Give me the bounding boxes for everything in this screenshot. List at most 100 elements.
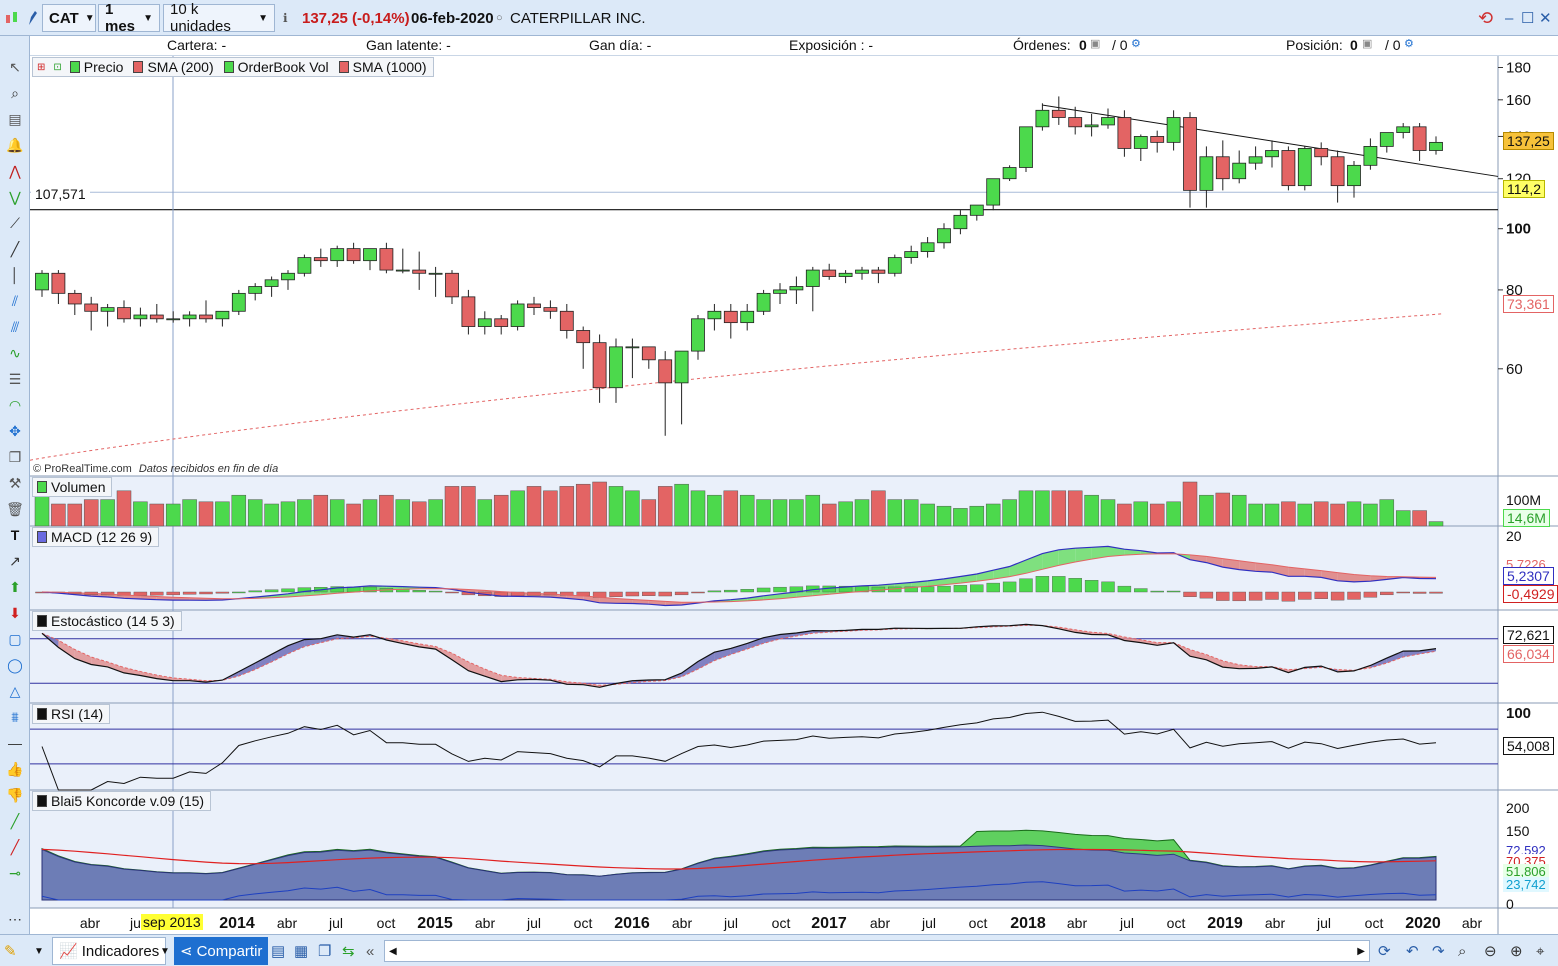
legend-koncorde[interactable]: Blai5 Koncorde v.09 (15)	[51, 793, 210, 809]
pen-icon[interactable]	[26, 4, 40, 32]
refresh-icon[interactable]: ⟳	[1378, 939, 1391, 963]
indicadores-button[interactable]: 📈 Indicadores	[52, 937, 167, 965]
candle-up	[1019, 126, 1033, 168]
chevron-down-icon: ▼	[258, 12, 268, 24]
more-tools-icon[interactable]: ⋯	[4, 908, 26, 930]
collapse-icon[interactable]: «	[366, 939, 374, 963]
zoom-out-icon[interactable]: ⊖	[1484, 939, 1497, 963]
parallel-lines-icon[interactable]: ⫽	[4, 290, 26, 312]
gear-icon[interactable]: ⚙	[1131, 37, 1141, 50]
zoom-in-icon[interactable]: ⊕	[1510, 939, 1523, 963]
legend-macd[interactable]: MACD (12 26 9)	[51, 529, 158, 545]
koncorde-legend: Blai5 Koncorde v.09 (15)	[32, 791, 212, 811]
line-icon[interactable]: ╱	[4, 238, 26, 260]
draw-icon[interactable]: ✎	[4, 939, 17, 963]
wave-icon[interactable]: ∿	[4, 342, 26, 364]
arc-icon[interactable]: ◠	[4, 394, 26, 416]
windows-icon[interactable]: ❐	[318, 939, 331, 963]
thumbs-up-icon[interactable]: 👍	[4, 758, 26, 780]
arrow-up-icon[interactable]: ⬆	[4, 576, 26, 598]
volume-bar	[100, 499, 115, 527]
redo-icon[interactable]: ↷	[1432, 939, 1445, 963]
candle-up	[756, 292, 771, 312]
candle-down	[559, 310, 574, 331]
candle-down	[1150, 136, 1165, 143]
grid-tool-icon[interactable]: ⩩	[4, 706, 26, 728]
x-axis-label: oct	[574, 915, 593, 931]
red-line-icon[interactable]: ╱	[4, 836, 26, 858]
triangle-icon[interactable]: △	[4, 680, 26, 702]
close-icon[interactable]: ✕	[1539, 4, 1552, 32]
candle-up	[297, 257, 312, 274]
volume-bar	[575, 483, 591, 527]
indicadores-label: Indicadores	[81, 942, 160, 960]
zoom-reset-icon[interactable]: ⌖	[1536, 939, 1544, 963]
close-panel-icon[interactable]: ⊞	[33, 62, 49, 73]
magnet-icon[interactable]: ⚒	[4, 472, 26, 494]
chevron-down-icon[interactable]: ▼	[160, 939, 170, 963]
screener-icon[interactable]: ▦	[294, 939, 308, 963]
copy-icon[interactable]: ❐	[4, 446, 26, 468]
timeframe-selector[interactable]: 1 mes ▼	[98, 1, 160, 35]
volume-bar	[657, 486, 673, 527]
price-tick-label: 180	[1506, 60, 1531, 77]
export-icon[interactable]: ⇆	[342, 939, 355, 963]
vertical-line-icon[interactable]: │	[4, 264, 26, 286]
alert-bell-icon[interactable]: 🔔	[4, 134, 26, 156]
legend-precio[interactable]: Precio	[84, 59, 130, 75]
legend-stoch[interactable]: Estocástico (14 5 3)	[51, 613, 181, 629]
layout-icon[interactable]: ▤	[271, 939, 285, 963]
horizontal-line-icon[interactable]: —	[4, 732, 26, 754]
thumbs-down-icon[interactable]: 👎	[4, 784, 26, 806]
trash-icon[interactable]: 🗑	[4, 498, 26, 520]
orders-list-icon[interactable]: ▣	[1090, 37, 1100, 50]
arrow-line-icon[interactable]: ↗	[4, 550, 26, 572]
trend-channel-icon[interactable]: ⋀	[4, 160, 26, 182]
chevron-down-icon[interactable]: ▼	[34, 939, 44, 963]
horizontal-green-line-icon[interactable]: ⊸	[4, 862, 26, 884]
legend-rsi[interactable]: RSI (14)	[51, 706, 109, 722]
gear-icon[interactable]: ⚙	[1404, 37, 1414, 50]
legend-sma1000[interactable]: SMA (1000)	[353, 59, 433, 75]
expand-panel-icon[interactable]: ⊡	[49, 62, 65, 73]
volume-bar	[739, 494, 755, 527]
green-line-icon[interactable]: ╱	[4, 810, 26, 832]
cursor-icon[interactable]: ↖	[4, 56, 26, 78]
zoom-fit-icon[interactable]: ⌕	[1458, 939, 1466, 963]
scroll-left-icon[interactable]: ◀	[385, 946, 397, 957]
minimize-icon[interactable]: –	[1505, 4, 1513, 32]
text-icon[interactable]: T	[4, 524, 26, 546]
macd-histogram-bar	[215, 591, 230, 594]
undo-icon[interactable]: ↶	[1406, 939, 1419, 963]
rectangle-icon[interactable]: ▢	[4, 628, 26, 650]
trend-channel-up-icon[interactable]: ⋁	[4, 186, 26, 208]
volume-bar	[477, 499, 493, 527]
ellipse-icon[interactable]: ◯	[4, 654, 26, 676]
ruler-icon[interactable]: ▤	[4, 108, 26, 130]
zoom-icon[interactable]: ⌕	[4, 82, 26, 104]
legend-orderbook[interactable]: OrderBook Vol	[238, 59, 335, 75]
volume-bar	[723, 490, 739, 527]
move-icon[interactable]: ✥	[4, 420, 26, 442]
legend-volume[interactable]: Volumen	[51, 479, 111, 495]
arrow-down-icon[interactable]: ⬇	[4, 602, 26, 624]
scroll-right-icon[interactable]: ▶	[1357, 946, 1369, 957]
fan-icon[interactable]: ⫻	[4, 316, 26, 338]
fibonacci-icon[interactable]: ☰	[4, 368, 26, 390]
symbol-selector[interactable]: CAT ▼	[42, 4, 96, 32]
units-selector[interactable]: 10 k unidades ▼	[163, 1, 275, 35]
sync-icon[interactable]: ⟲	[1478, 4, 1493, 32]
compartir-button[interactable]: ⋖ Compartir	[174, 937, 269, 965]
info-icon[interactable]: ℹ	[283, 4, 288, 32]
volume-bar	[543, 490, 558, 527]
horizontal-scrollbar[interactable]: ◀ ▶	[384, 940, 1370, 962]
chart-type-icon[interactable]	[4, 4, 22, 32]
legend-sma200[interactable]: SMA (200)	[147, 59, 219, 75]
positions-list-icon[interactable]: ▣	[1362, 37, 1372, 50]
rsi-legend: RSI (14)	[32, 704, 111, 724]
segment-icon[interactable]: ⟋	[4, 212, 26, 234]
candle-up	[1101, 117, 1115, 126]
chart-canvas[interactable]: 1801601401201008060100M201002001500abrju…	[30, 56, 1558, 934]
maximize-icon[interactable]: ☐	[1521, 4, 1534, 32]
orderbook-swatch	[223, 61, 234, 73]
